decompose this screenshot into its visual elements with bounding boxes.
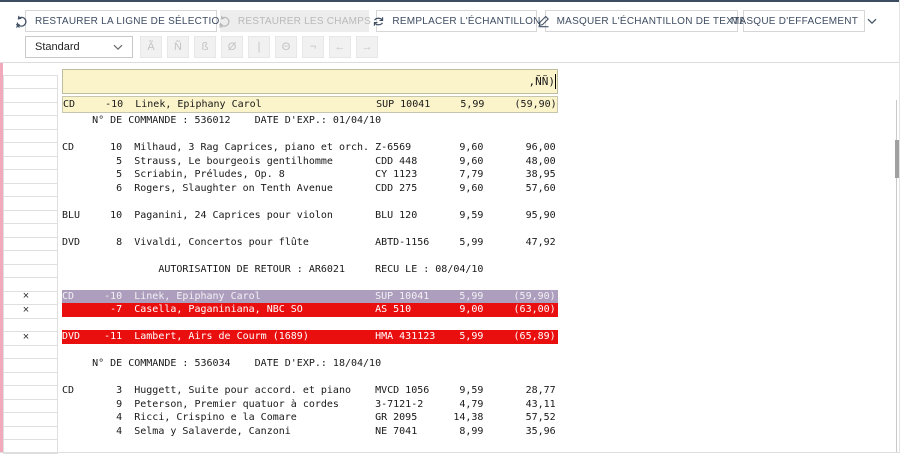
gutter-cell	[3, 142, 58, 157]
document-line[interactable]: N° DE COMMANDE : 536012 DATE D'EXP.: 01/…	[62, 114, 558, 128]
gutter-cell	[3, 399, 58, 414]
delete-row-mark[interactable]: ×	[18, 304, 34, 317]
toolbar: RESTAURER LA LIGNE DE SÉLECTIONRESTAURER…	[0, 2, 900, 62]
text-caret	[555, 74, 556, 89]
document-line[interactable]: CD 3 Huggett, Suite pour accord. et pian…	[62, 384, 558, 398]
toolbar-separator	[0, 62, 900, 63]
error-document-line[interactable]: -7 Casella, Paganiniana, NBC SO AS 510 9…	[62, 303, 558, 317]
document-line[interactable]: AUTORISATION DE RETOUR : AR6021 RECU LE …	[62, 263, 558, 277]
gutter-cell	[3, 250, 58, 265]
special-char-button-1: Ã	[140, 36, 162, 58]
toolbar-button-restore-fields: RESTAURER LES CHAMPS	[220, 10, 369, 32]
toolbar-button-label: REMPLACER L'ÉCHANTILLON	[392, 16, 540, 27]
gutter-cell	[3, 75, 58, 90]
gutter-cell	[3, 372, 58, 387]
verification-window: { "toolbar": { "primary_buttons": [ {"id…	[0, 0, 900, 453]
gutter-cell	[3, 156, 58, 171]
gutter-cell	[3, 412, 58, 427]
document-line[interactable]: CD 10 Milhaud, 3 Rag Caprices, piano et …	[62, 141, 558, 155]
document-line[interactable]	[62, 276, 558, 290]
style-dropdown-value: Standard	[35, 41, 80, 53]
special-char-button-6: Θ	[275, 36, 297, 58]
special-char-button-9: →	[356, 36, 378, 58]
gutter-cell	[3, 223, 58, 238]
pen-strike-icon	[537, 15, 550, 28]
field-value-text: ,ÑÑ)	[529, 75, 556, 88]
special-char-button-8: ←	[329, 36, 351, 58]
document-line[interactable]	[62, 317, 558, 331]
gutter-cell	[3, 115, 58, 130]
special-char-button-4: Ø	[221, 36, 243, 58]
delete-row-mark[interactable]: ×	[18, 290, 34, 303]
gutter-cell	[3, 345, 58, 360]
undo-arrow-icon	[218, 15, 231, 28]
undo-arrow-icon	[15, 15, 28, 28]
toolbar-button-erase-mask[interactable]: MASQUE D'EFFACEMENT	[743, 10, 865, 32]
toolbar-button-label: RESTAURER LA LIGNE DE SÉLECTION	[35, 16, 227, 27]
document-line[interactable]	[62, 344, 558, 358]
document-line[interactable]: 5 Strauss, Le bourgeois gentilhomme CDD …	[62, 155, 558, 169]
swap-arrows-icon	[372, 15, 385, 28]
document-line[interactable]: 4 Selma y Salaverde, Canzoni NE 7041 8,9…	[62, 425, 558, 439]
document-line[interactable]: 4 Ricci, Crispino e la Comare GR 2095 14…	[62, 411, 558, 425]
gutter-cell	[3, 183, 58, 198]
toolbar-button-label: MASQUE D'EFFACEMENT	[731, 16, 858, 27]
document-line[interactable]: BLU 10 Paganini, 24 Caprices pour violon…	[62, 209, 558, 223]
error-document-line[interactable]: DVD -11 Lambert, Airs de Courm (1689) HM…	[62, 330, 558, 344]
gutter-cell	[3, 264, 58, 279]
special-char-button-2: Ñ	[167, 36, 189, 58]
field-value-editor[interactable]: ,ÑÑ)	[62, 69, 558, 94]
special-char-button-3: ß	[194, 36, 216, 58]
gutter-cell	[3, 237, 58, 252]
chevron-down-icon	[113, 44, 123, 51]
document-line[interactable]: 5 Scriabin, Préludes, Op. 8 CY 1123 7,79…	[62, 168, 558, 182]
special-char-button-5: |	[248, 36, 270, 58]
document-line[interactable]	[62, 249, 558, 263]
gutter-cell	[3, 88, 58, 103]
gutter-cell	[3, 385, 58, 400]
deleted-document-line[interactable]: CD -10 Linek, Epiphany Carol SUP 10041 5…	[62, 290, 558, 304]
document-line[interactable]: DVD 8 Vivaldi, Concertos pour flûte ABTD…	[62, 236, 558, 250]
special-char-button-7: ¬	[302, 36, 324, 58]
gutter-cell	[3, 358, 58, 373]
document-line[interactable]	[62, 128, 558, 142]
document-line[interactable]: 6 Rogers, Slaughter on Tenth Avenue CDD …	[62, 182, 558, 196]
gutter-cell	[3, 102, 58, 117]
selected-document-line[interactable]: CD -10 Linek, Epiphany Carol SUP 10041 5…	[62, 96, 558, 113]
toolbar-button-label: RESTAURER LES CHAMPS	[238, 16, 371, 27]
toolbar-button-restore-selection-row[interactable]: RESTAURER LA LIGNE DE SÉLECTION	[25, 10, 217, 32]
document-line[interactable]	[62, 222, 558, 236]
toolbar-button-mask-text-sample[interactable]: MASQUER L'ÉCHANTILLON DE TEXTE	[545, 10, 738, 32]
chevron-down-icon	[867, 18, 877, 25]
gutter-cell	[3, 129, 58, 144]
toolbar-button-replace-sample[interactable]: REMPLACER L'ÉCHANTILLON	[376, 10, 537, 32]
style-dropdown[interactable]: Standard	[25, 36, 133, 58]
delete-row-mark[interactable]: ×	[18, 331, 34, 344]
gutter-cell	[3, 169, 58, 184]
document-line[interactable]	[62, 371, 558, 385]
gutter-cell	[3, 196, 58, 211]
document-line[interactable]: N° DE COMMANDE : 536034 DATE D'EXP.: 18/…	[62, 357, 558, 371]
document-line[interactable]: 9 Peterson, Premier quatuor à cordes 3-7…	[62, 398, 558, 412]
document-line[interactable]	[62, 195, 558, 209]
toolbar-button-label: MASQUER L'ÉCHANTILLON DE TEXTE	[557, 16, 747, 27]
gutter-cell	[3, 426, 58, 441]
gutter-cell	[3, 210, 58, 225]
